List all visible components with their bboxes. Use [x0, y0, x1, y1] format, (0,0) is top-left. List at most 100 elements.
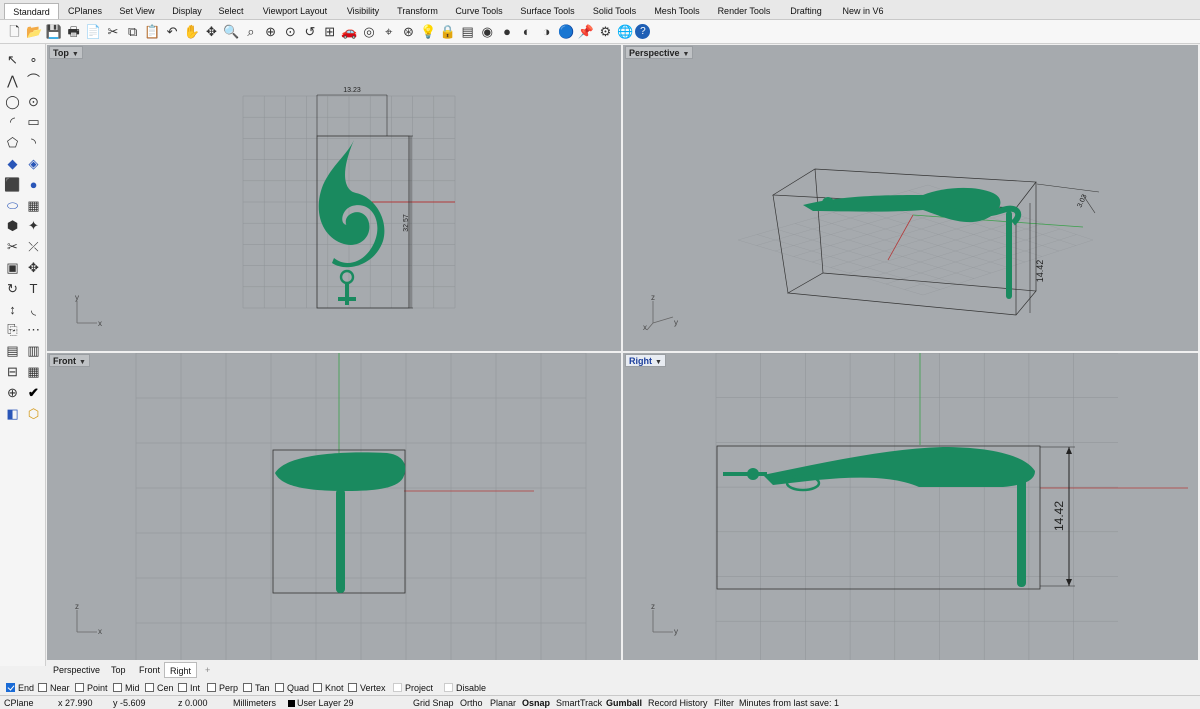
viewport-front[interactable]: z x Front ▼: [47, 353, 621, 660]
checkbox[interactable]: [275, 683, 284, 692]
rotate-view-icon[interactable]: ✥: [202, 22, 221, 41]
color-wheel-icon[interactable]: ◉: [478, 22, 497, 41]
solid-edit-icon[interactable]: ▣: [3, 258, 22, 277]
tab-display[interactable]: Display: [165, 3, 209, 19]
four-viewports-icon[interactable]: ⊞: [320, 22, 339, 41]
polyline-icon[interactable]: ⋀: [3, 71, 22, 90]
tab-mesh-tools[interactable]: Mesh Tools: [648, 3, 706, 19]
named-views-icon[interactable]: ◎: [360, 22, 379, 41]
checkbox[interactable]: [75, 683, 84, 692]
checkbox[interactable]: [38, 683, 47, 692]
checkbox[interactable]: [393, 683, 402, 692]
surface-loft-icon[interactable]: ◈: [24, 154, 43, 173]
text-icon[interactable]: T: [24, 279, 43, 298]
cylinder-icon[interactable]: ⬭: [3, 196, 22, 215]
undo-icon[interactable]: ↶: [163, 22, 182, 41]
bluesphere-icon[interactable]: 🔵: [557, 22, 576, 41]
layer-icon[interactable]: ▤: [458, 22, 477, 41]
circle-icon[interactable]: ◯: [3, 92, 22, 111]
polygon-icon[interactable]: ⬠: [3, 133, 22, 152]
move-object-icon[interactable]: ✥: [24, 258, 43, 277]
osnap-quad[interactable]: Quad: [275, 681, 309, 694]
tab-solid-tools[interactable]: Solid Tools: [586, 3, 643, 19]
osnap-disable[interactable]: Disable: [444, 681, 486, 694]
boolean-union-icon[interactable]: ⬢: [3, 216, 22, 235]
status-toggle-gumball[interactable]: Gumball: [606, 697, 642, 709]
explode-icon[interactable]: ✦: [24, 216, 43, 235]
sphere-solid-icon[interactable]: ●: [24, 175, 43, 194]
tab-new-in-v6[interactable]: New in V6: [834, 3, 892, 19]
osnap-point[interactable]: Point: [75, 681, 108, 694]
cplane-icon[interactable]: ⌖: [379, 22, 398, 41]
osnap-cen[interactable]: Cen: [145, 681, 174, 694]
cplane-label[interactable]: CPlane: [4, 697, 34, 709]
viewport-title-top[interactable]: Top ▼: [49, 46, 83, 59]
view-tab-front[interactable]: Front: [134, 662, 165, 678]
checkbox[interactable]: [444, 683, 453, 692]
osnap-project[interactable]: Project: [393, 681, 433, 694]
gumball-icon[interactable]: ⊕: [3, 383, 22, 402]
block-icon[interactable]: ▥: [24, 341, 43, 360]
tab-viewport-layout[interactable]: Viewport Layout: [255, 3, 335, 19]
checkbox[interactable]: [178, 683, 187, 692]
checkbox[interactable]: [243, 683, 252, 692]
check-icon[interactable]: ✔: [24, 383, 43, 402]
open-folder-icon[interactable]: 📂: [25, 22, 44, 41]
pan-hand-icon[interactable]: ✋: [182, 22, 201, 41]
status-toggle-osnap[interactable]: Osnap: [522, 697, 550, 709]
layer-off-icon[interactable]: ⊟: [3, 362, 22, 381]
zoom-window-icon[interactable]: ⌕: [241, 22, 260, 41]
viewport-perspective[interactable]: 3.03 14.42 z y x Perspective ▼: [623, 45, 1198, 351]
new-file-icon[interactable]: 🗋: [5, 22, 24, 41]
zoom-selected-icon[interactable]: ⊙: [281, 22, 300, 41]
viewport-right[interactable]: 14.42 z y Right ▼: [623, 353, 1198, 660]
gears-icon[interactable]: ⚙: [596, 22, 615, 41]
help-icon[interactable]: ?: [635, 24, 651, 39]
osnap-end[interactable]: End: [6, 681, 34, 694]
zoom-dynamic-icon[interactable]: 🔍: [222, 22, 241, 41]
paste-icon[interactable]: 📋: [143, 22, 162, 41]
tab-render-tools[interactable]: Render Tools: [711, 3, 777, 19]
render-icon[interactable]: ⬡: [24, 404, 43, 423]
print-icon[interactable]: 🖶: [64, 22, 83, 41]
tab-visibility[interactable]: Visibility: [340, 3, 386, 19]
material-sphere-icon[interactable]: ◐: [517, 22, 536, 41]
viewport-title-right[interactable]: Right ▼: [625, 354, 666, 367]
ellipse-icon[interactable]: ⊙: [24, 92, 43, 111]
import-icon[interactable]: 📄: [84, 22, 103, 41]
units-label[interactable]: Millimeters: [233, 697, 276, 709]
analyze-icon[interactable]: ◧: [3, 404, 22, 423]
surface-corner-icon[interactable]: ◆: [3, 154, 22, 173]
save-icon[interactable]: 💾: [44, 22, 63, 41]
checkbox[interactable]: [207, 683, 216, 692]
undo-view-icon[interactable]: ↺: [301, 22, 320, 41]
checkbox[interactable]: [113, 683, 122, 692]
pin-icon[interactable]: 📌: [576, 22, 595, 41]
osnap-vertex[interactable]: Vertex: [348, 681, 386, 694]
light-bulb-icon[interactable]: 💡: [419, 22, 438, 41]
osnap-mid[interactable]: Mid: [113, 681, 140, 694]
array-icon[interactable]: ⋯: [24, 320, 43, 339]
status-toggle-record-history[interactable]: Record History: [648, 697, 708, 709]
tab-select[interactable]: Select: [212, 3, 250, 19]
checkbox[interactable]: [313, 683, 322, 692]
point-icon[interactable]: ∘: [24, 50, 43, 69]
view-tab-right[interactable]: Right: [164, 662, 198, 678]
tab-surface-tools[interactable]: Surface Tools: [514, 3, 581, 19]
group-icon[interactable]: ▤: [3, 341, 22, 360]
tab-transform[interactable]: Transform: [391, 3, 444, 19]
status-toggle-grid-snap[interactable]: Grid Snap: [413, 697, 454, 709]
fillet-edge-icon[interactable]: ◟: [24, 300, 43, 319]
trim-icon[interactable]: ⤫: [24, 237, 43, 256]
view-tab-perspective[interactable]: Perspective: [48, 662, 105, 678]
render-sphere-icon[interactable]: ●: [498, 22, 517, 41]
environment-sphere-icon[interactable]: ◑: [537, 22, 556, 41]
tab-drafting[interactable]: Drafting: [782, 3, 830, 19]
layer-indicator[interactable]: User Layer 29: [288, 697, 354, 709]
status-toggle-filter[interactable]: Filter: [714, 697, 734, 709]
status-toggle-planar[interactable]: Planar: [490, 697, 516, 709]
globe-icon[interactable]: 🌐: [616, 22, 635, 41]
set-object-snap-icon[interactable]: ⊛: [399, 22, 418, 41]
select-arrow-icon[interactable]: ↖: [3, 50, 22, 69]
tab-curve-tools[interactable]: Curve Tools: [449, 3, 509, 19]
